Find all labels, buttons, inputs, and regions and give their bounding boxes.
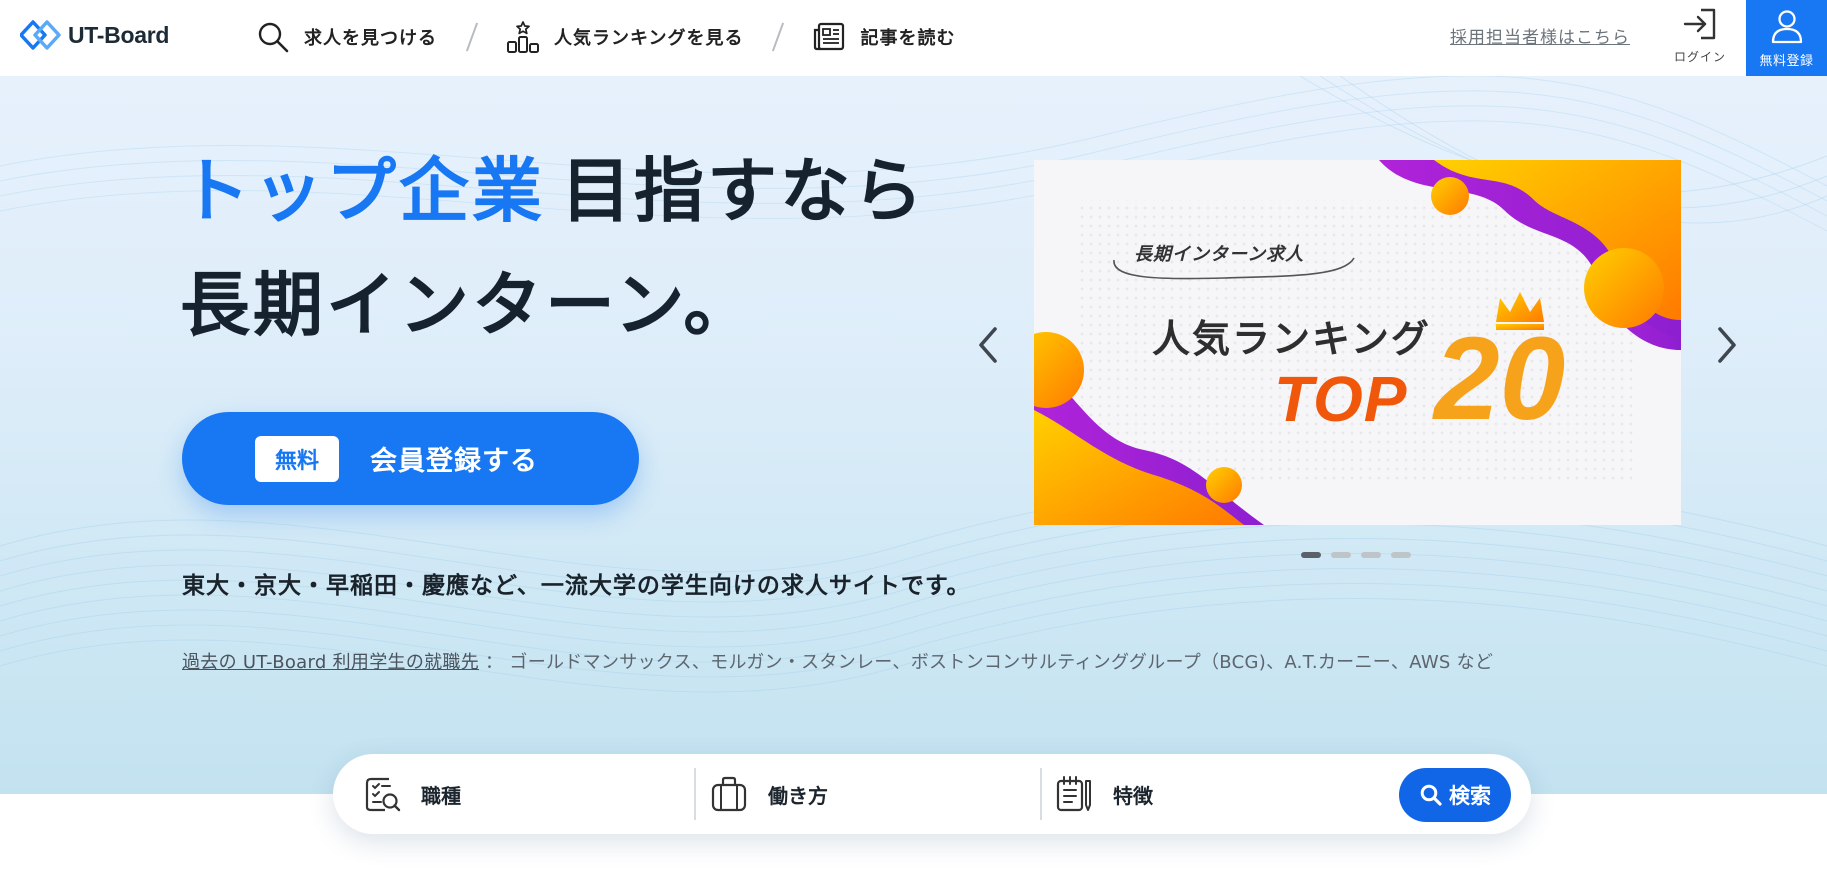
past-placements-separator: ： [485,652,504,673]
past-placements: 過去の UT-Board 利用学生の就職先 ： ゴールドマンサックス、モルガン・… [182,648,1493,674]
logo-text: UT-Board [68,21,170,48]
search-divider [1040,768,1042,820]
ranking-icon [507,21,539,53]
chevron-left-icon [979,327,997,363]
banner-top-text: TOP [1274,363,1408,435]
login-icon [1683,8,1716,40]
nav-find-jobs[interactable]: 求人を見つける [256,20,437,54]
carousel-dot[interactable] [1331,552,1351,558]
banner-title: 人気ランキング [1152,317,1431,361]
free-badge: 無料 [255,435,339,482]
nav-articles[interactable]: 記事を読む [812,20,955,54]
ranking-banner[interactable]: 長期インターン求人 人気ランキング TOP 20 [1034,160,1681,525]
carousel-dot[interactable] [1301,552,1321,558]
nav-divider [471,22,472,52]
nav-articles-label: 記事を読む [860,28,956,49]
hero-headline: トップ企業 目指すなら 長期インターン。 [180,156,926,340]
job-type-icon [365,777,401,812]
search-work-style-label: 働き方 [768,783,828,808]
recruiter-link[interactable]: 採用担当者様はこちら [1450,23,1630,48]
banner-top-number: 20 [1434,313,1566,445]
register-cta-button[interactable]: 無料 会員登録する [182,412,639,505]
nav-divider [777,22,778,52]
register-cta-label: 会員登録する [370,446,538,477]
logo-mark-icon [20,20,61,50]
banner-subtitle: 長期インターン求人 [1134,244,1305,265]
carousel-dot[interactable] [1361,552,1381,558]
headline-rest: 目指すなら [561,150,926,232]
briefcase-icon [711,776,747,812]
past-placements-link[interactable]: 過去の UT-Board 利用学生の就職先 [182,652,479,673]
search-job-type[interactable]: 職種 [363,754,461,834]
login-label: ログイン [1673,50,1726,64]
nav-find-jobs-label: 求人を見つける [304,28,437,49]
search-divider [694,768,696,820]
site-logo[interactable]: UT-Board [20,18,169,52]
search-work-style[interactable]: 働き方 [710,754,828,834]
carousel-next-button[interactable] [1709,320,1745,370]
chevron-right-icon [1718,327,1736,363]
nav-ranking[interactable]: 人気ランキングを見る [506,20,743,54]
user-icon [1771,9,1802,43]
article-icon [814,22,845,51]
nav-ranking-label: 人気ランキングを見る [554,28,744,49]
search-icon [258,22,289,53]
headline-line-1: トップ企業 目指すなら [180,156,926,226]
hero-section: トップ企業 目指すなら 長期インターン。 無料 会員登録する 東大・京大・早稲田・… [0,76,1827,794]
login-button[interactable]: ログイン [1660,6,1740,70]
search-button-label: 検索 [1449,784,1491,808]
free-signup-label: 無料登録 [1759,53,1814,69]
carousel-prev-button[interactable] [970,320,1006,370]
search-icon [1420,784,1442,806]
free-signup-button[interactable]: 無料登録 [1746,0,1827,76]
search-job-type-label: 職種 [421,783,461,808]
hero-tagline: 東大・京大・早稲田・慶應など、一流大学の学生向けの求人サイトです。 [182,573,971,599]
job-search-bar: 職種 働き方 特徴 検索 [333,754,1531,834]
search-button[interactable]: 検索 [1399,768,1511,822]
headline-highlight: トップ企業 [180,150,545,232]
notebook-icon [1056,776,1091,812]
search-features-label: 特徴 [1113,783,1153,808]
site-header: UT-Board 求人を見つける 人気ランキングを見る 記事を読む 採用担当者様… [0,0,1827,76]
past-placements-companies: ゴールドマンサックス、モルガン・スタンレー、ボストンコンサルティンググループ（B… [509,652,1494,673]
main-nav: 求人を見つける 人気ランキングを見る 記事を読む [256,16,955,58]
carousel-dot[interactable] [1391,552,1411,558]
carousel-dots [1301,552,1411,558]
search-features[interactable]: 特徴 [1055,754,1153,834]
headline-line-2: 長期インターン。 [180,264,757,346]
